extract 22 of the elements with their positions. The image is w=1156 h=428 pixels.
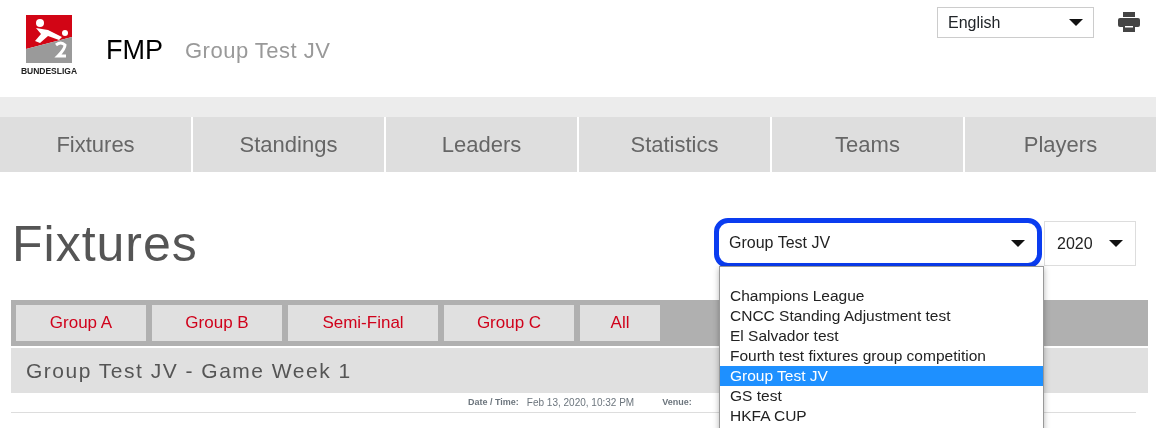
competition-subtitle: Group Test JV (185, 37, 331, 65)
venue-label: Venue: (662, 395, 692, 409)
brand-name: FMP (106, 34, 163, 67)
dropdown-option[interactable]: HKFA CUP (720, 406, 1043, 426)
group-tab[interactable]: Group B (152, 305, 282, 341)
dropdown-option[interactable]: Group Test JV (720, 366, 1043, 386)
season-select[interactable]: 2020 (1044, 221, 1136, 266)
dropdown-option[interactable]: Champions League (720, 286, 1043, 306)
group-tab[interactable]: Group A (16, 305, 146, 341)
print-icon[interactable] (1118, 12, 1140, 32)
group-tab[interactable]: Group C (444, 305, 574, 341)
dropdown-option[interactable]: CNCC Standing Adjustment test (720, 306, 1043, 326)
language-select[interactable]: English (937, 7, 1094, 38)
group-tab[interactable]: Semi-Final (288, 305, 438, 341)
dropdown-option[interactable]: El Salvador test (720, 326, 1043, 346)
dropdown-option[interactable]: Fourth test fixtures group competition (720, 346, 1043, 366)
page-title: Fixtures (12, 219, 198, 274)
date-time-value: Feb 13, 2020, 10:32 PM (526, 396, 635, 410)
date-time-label: Date / Time: (468, 395, 519, 409)
competition-select[interactable]: Group Test JV (714, 218, 1042, 268)
league-logo: BUNDESLIGA (18, 15, 80, 97)
group-tab[interactable]: All (580, 305, 660, 341)
